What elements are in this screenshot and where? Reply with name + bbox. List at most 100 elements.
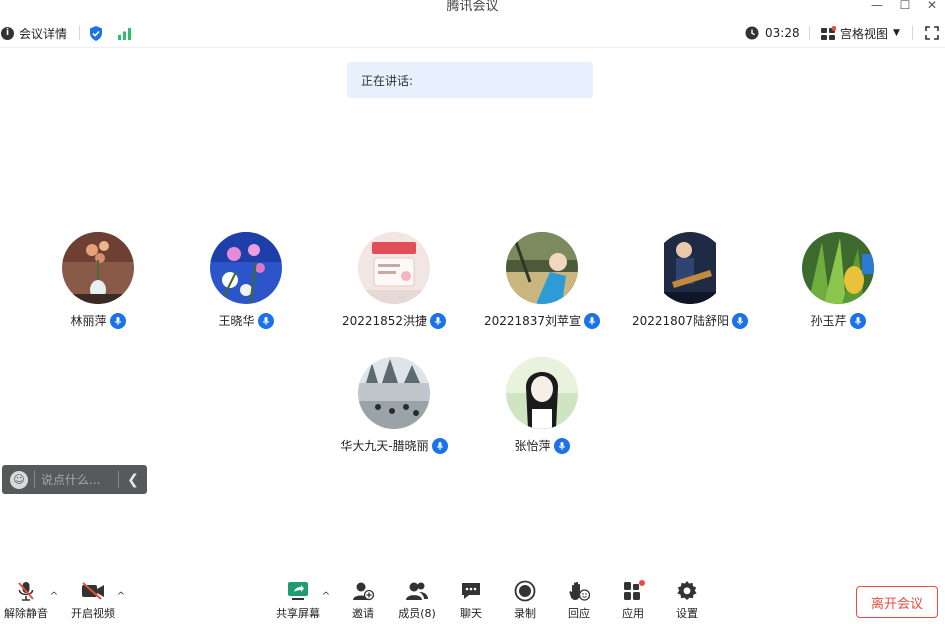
participant-tile[interactable]: 20221807陆舒阳 xyxy=(625,232,755,332)
participant-tile[interactable]: 20221837刘苹宣 xyxy=(477,232,607,332)
chat-input-bar[interactable]: ☺ 说点什么... ❮ xyxy=(2,465,147,494)
invite-button[interactable]: 邀请 xyxy=(349,580,377,624)
participant-name: 20221852洪捷 xyxy=(341,314,428,328)
fullscreen-icon xyxy=(925,26,939,40)
view-mode-dropdown[interactable]: 宫格视图 ▼ xyxy=(820,18,900,48)
clock-icon xyxy=(745,26,759,40)
start-video-label: 开启视频 xyxy=(71,607,115,620)
speaking-label: 正在讲话: xyxy=(361,73,414,88)
share-options-chevron-icon[interactable]: ^ xyxy=(320,591,332,602)
leave-meeting-button[interactable]: 离开会议 xyxy=(856,586,938,618)
settings-button[interactable]: 设置 xyxy=(673,580,701,624)
participant-name: 华大九天-腊晓丽 xyxy=(340,439,429,453)
members-label: 成员(8) xyxy=(398,607,436,620)
chat-icon xyxy=(462,583,480,599)
invite-label: 邀请 xyxy=(352,607,374,620)
avatar xyxy=(506,357,578,429)
close-button[interactable]: ✕ xyxy=(917,0,945,14)
maximize-button[interactable]: ☐ xyxy=(890,0,920,14)
participant-name: 林丽萍 xyxy=(70,314,107,328)
emoji-icon[interactable]: ☺ xyxy=(10,470,28,489)
mic-icon xyxy=(431,437,448,454)
participant-name: 20221807陆舒阳 xyxy=(631,314,730,328)
meeting-timer: 03:28 xyxy=(745,18,800,48)
share-screen-label: 共享屏幕 xyxy=(276,607,320,620)
active-speaker-banner: 正在讲话: xyxy=(347,62,593,98)
record-button[interactable]: 录制 xyxy=(511,580,539,624)
divider xyxy=(809,26,810,40)
meeting-details-button[interactable]: i 会议详情 xyxy=(1,18,67,48)
reactions-button[interactable]: 回应 xyxy=(565,580,593,624)
participant-name: 张怡萍 xyxy=(514,439,551,453)
security-shield[interactable] xyxy=(89,18,103,48)
mic-icon xyxy=(109,312,126,329)
video-options-chevron-icon[interactable]: ^ xyxy=(115,591,127,602)
apps-label: 应用 xyxy=(622,607,644,620)
maximize-icon: ☐ xyxy=(899,0,911,12)
camera-off-icon xyxy=(82,582,104,600)
avatar xyxy=(210,232,282,304)
mic-icon xyxy=(257,312,274,329)
meeting-info-bar: i 会议详情 03:28 宫格视图 ▼ xyxy=(0,18,945,48)
view-mode-label: 宫格视图 xyxy=(840,26,889,41)
mic-icon xyxy=(849,312,866,329)
avatar xyxy=(62,232,134,304)
reactions-label: 回应 xyxy=(568,607,590,620)
participant-tile[interactable]: 孙玉芹 xyxy=(773,232,903,332)
settings-label: 设置 xyxy=(676,607,698,620)
participant-tile[interactable]: 林丽萍 xyxy=(33,232,163,332)
start-video-button[interactable]: 开启视频 xyxy=(70,580,116,624)
members-icon xyxy=(406,582,428,600)
collapse-chevron-icon[interactable]: ❮ xyxy=(119,472,147,488)
title-bar: 腾讯会议 — ☐ ✕ xyxy=(0,0,945,16)
add-user-icon xyxy=(353,582,374,601)
participant-name: 孙玉芹 xyxy=(810,314,847,328)
window-title: 腾讯会议 xyxy=(446,0,499,14)
chat-label: 聊天 xyxy=(460,607,482,620)
meeting-details-label: 会议详情 xyxy=(19,26,68,41)
participant-tile[interactable]: 华大九天-腊晓丽 xyxy=(329,357,459,457)
apps-button[interactable]: 应用 xyxy=(619,580,647,624)
unmute-button[interactable]: 解除静音 xyxy=(4,580,48,624)
members-button[interactable]: 成员(8) xyxy=(396,580,438,624)
record-label: 录制 xyxy=(514,607,536,620)
participant-tile[interactable]: 张怡萍 xyxy=(477,357,607,457)
chevron-down-icon: ▼ xyxy=(893,28,900,38)
fullscreen-button[interactable] xyxy=(925,18,939,48)
avatar xyxy=(802,232,874,304)
participant-name-row: 张怡萍 xyxy=(447,437,637,454)
chat-input-placeholder[interactable]: 说点什么... xyxy=(41,471,118,488)
grid-view-icon xyxy=(821,25,836,40)
avatar xyxy=(506,232,578,304)
record-icon xyxy=(514,580,536,602)
unmute-label: 解除静音 xyxy=(4,607,48,620)
avatar xyxy=(358,357,430,429)
minimize-button[interactable]: — xyxy=(862,0,892,14)
info-icon: i xyxy=(1,26,14,40)
share-screen-button[interactable]: 共享屏幕 xyxy=(275,580,321,624)
signal-icon xyxy=(118,27,131,40)
reaction-hand-icon xyxy=(569,581,590,601)
share-screen-icon xyxy=(288,582,308,600)
avatar xyxy=(358,232,430,304)
mic-icon xyxy=(430,312,447,329)
audio-options-chevron-icon[interactable]: ^ xyxy=(48,591,60,602)
participant-tile[interactable]: 王晓华 xyxy=(181,232,311,332)
close-icon: ✕ xyxy=(926,0,938,12)
participant-tile[interactable]: 20221852洪捷 xyxy=(329,232,459,332)
divider xyxy=(34,471,35,488)
divider xyxy=(912,26,913,40)
divider xyxy=(79,26,80,40)
timer-text: 03:28 xyxy=(765,26,800,40)
shield-icon xyxy=(90,25,102,41)
participant-name: 王晓华 xyxy=(218,314,255,328)
minimize-icon: — xyxy=(871,0,883,12)
network-signal[interactable] xyxy=(117,18,132,48)
chat-button[interactable]: 聊天 xyxy=(457,580,485,624)
participant-name: 20221837刘苹宣 xyxy=(483,314,582,328)
participant-name-row: 孙玉芹 xyxy=(743,312,933,329)
apps-icon xyxy=(624,580,645,600)
mic-muted-icon xyxy=(18,582,34,601)
mic-icon xyxy=(553,437,570,454)
gear-icon xyxy=(677,581,697,600)
